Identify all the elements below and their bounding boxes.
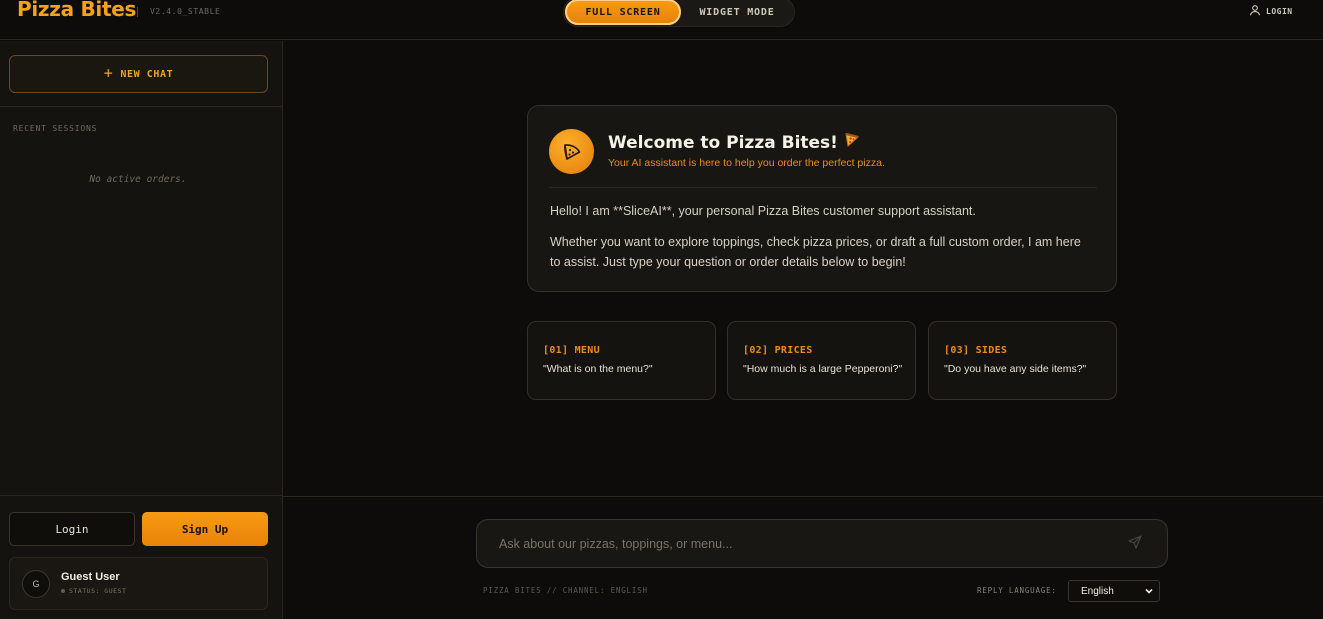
welcome-title-text: Welcome to Pizza Bites! bbox=[608, 132, 838, 153]
suggestion-question: "What is on the menu?" bbox=[543, 363, 653, 375]
suggestion-card-menu[interactable]: [01] MENU "What is on the menu?" bbox=[527, 321, 716, 400]
plus-icon: + bbox=[103, 64, 114, 82]
suggestion-tag: [01] MENU bbox=[543, 345, 600, 356]
widget-mode-button[interactable]: WIDGET MODE bbox=[682, 0, 792, 25]
login-button[interactable]: Login bbox=[9, 512, 135, 546]
reply-language-select[interactable]: English bbox=[1068, 580, 1160, 602]
channel-label: PIZZA BITES // CHANNEL: ENGLISH bbox=[483, 586, 648, 595]
welcome-intro-text: Hello! I am **SliceAI**, your personal P… bbox=[550, 204, 976, 218]
reply-language-value: English bbox=[1081, 585, 1114, 597]
status-dot-icon bbox=[61, 589, 65, 593]
version-label: V2.4.0_STABLE bbox=[150, 7, 221, 16]
sign-up-button[interactable]: Sign Up bbox=[142, 512, 268, 546]
suggestion-question: "Do you have any side items?" bbox=[944, 363, 1087, 375]
pizza-logo-icon bbox=[549, 129, 594, 174]
chevron-down-icon bbox=[1144, 586, 1154, 599]
welcome-help-text: Whether you want to explore toppings, ch… bbox=[550, 235, 1081, 269]
user-status: STATUS: GUEST bbox=[61, 587, 126, 595]
sidebar: + NEW CHAT RECENT SESSIONS No active ord… bbox=[0, 41, 283, 619]
suggestion-question: "How much is a large Pepperoni?" bbox=[743, 363, 903, 375]
suggestion-card-prices[interactable]: [02] PRICES "How much is a large Peppero… bbox=[727, 321, 916, 400]
send-icon[interactable] bbox=[1128, 535, 1146, 553]
user-icon bbox=[1249, 4, 1261, 18]
user-name: Guest User bbox=[61, 571, 120, 583]
welcome-title: Welcome to Pizza Bites! bbox=[608, 132, 860, 153]
top-bar: Pizza Bites V2.4.0_STABLE FULL SCREEN WI… bbox=[0, 0, 1323, 40]
header-login-link[interactable]: LOGIN bbox=[1249, 4, 1293, 18]
sidebar-divider bbox=[0, 106, 282, 107]
header-login-label: LOGIN bbox=[1266, 6, 1293, 16]
view-mode-toggle: FULL SCREEN WIDGET MODE bbox=[563, 0, 795, 27]
empty-sessions-text: No active orders. bbox=[89, 174, 187, 185]
full-screen-mode-button[interactable]: FULL SCREEN bbox=[565, 0, 681, 25]
welcome-card: Welcome to Pizza Bites! Your AI assistan… bbox=[527, 105, 1117, 292]
user-status-label: STATUS: GUEST bbox=[69, 587, 127, 595]
suggestion-tag: [03] SIDES bbox=[944, 345, 1008, 356]
chat-composer bbox=[476, 519, 1168, 568]
suggestion-tag: [02] PRICES bbox=[743, 345, 813, 356]
suggestion-card-sides[interactable]: [03] SIDES "Do you have any side items?" bbox=[928, 321, 1117, 400]
new-chat-label: NEW CHAT bbox=[120, 68, 174, 80]
reply-language-label: REPLY LANGUAGE: bbox=[977, 586, 1057, 595]
composer-divider bbox=[283, 496, 1323, 497]
chat-input[interactable] bbox=[499, 534, 1099, 554]
brand-logo[interactable]: Pizza Bites bbox=[17, 0, 136, 21]
avatar: G bbox=[22, 570, 50, 598]
sidebar-account-panel: Login Sign Up G Guest User STATUS: GUEST bbox=[0, 495, 282, 619]
welcome-subtitle: Your AI assistant is here to help you or… bbox=[608, 157, 885, 169]
brand-divider bbox=[137, 7, 138, 17]
recent-sessions-heading: RECENT SESSIONS bbox=[13, 124, 98, 133]
new-chat-button[interactable]: + NEW CHAT bbox=[9, 55, 268, 93]
pizza-slice-icon bbox=[844, 132, 860, 153]
user-card: G Guest User STATUS: GUEST bbox=[9, 557, 268, 610]
welcome-divider bbox=[549, 187, 1097, 188]
